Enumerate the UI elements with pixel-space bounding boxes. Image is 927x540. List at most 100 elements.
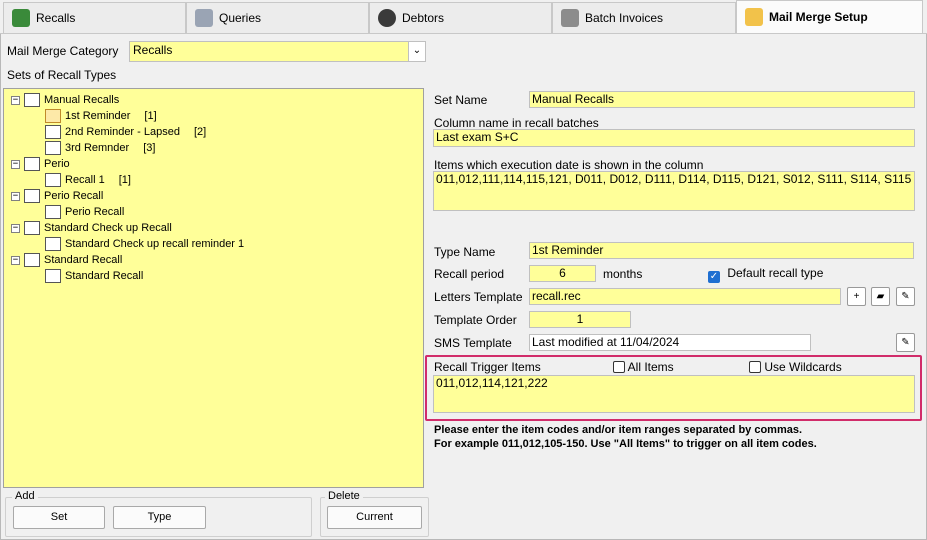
all-items-checkbox[interactable]: All Items	[613, 360, 674, 374]
queries-icon	[195, 9, 213, 27]
collapse-icon[interactable]: −	[11, 191, 20, 201]
checkbox-icon	[749, 361, 761, 373]
letters-template-field[interactable]: recall.rec	[529, 288, 841, 305]
default-recall-label: Default recall type	[727, 266, 824, 280]
recall-set-icon	[24, 189, 40, 203]
tree-node-badge: [2]	[193, 126, 207, 138]
new-document-icon[interactable]: +	[847, 287, 866, 306]
trigger-items-label: Recall Trigger Items	[434, 360, 541, 374]
column-name-label: Column name in recall batches	[434, 116, 599, 130]
default-recall-checkbox[interactable]: ✓ Default recall type	[708, 266, 823, 283]
document-icon	[45, 269, 61, 283]
recalls-icon	[12, 9, 30, 27]
tree-node-type[interactable]: 3rd Remnder [3]	[45, 140, 155, 156]
sms-template-label: SMS Template	[434, 336, 512, 350]
trigger-items-field[interactable]: 011,012,114,121,222	[433, 375, 915, 413]
set-name-label: Set Name	[434, 93, 488, 107]
tree-node-label: Perio	[44, 158, 70, 170]
collapse-icon[interactable]: −	[11, 159, 20, 169]
tree-node-label: Standard Recall	[65, 270, 144, 282]
debtors-icon	[378, 9, 396, 27]
edit-sms-icon[interactable]: ✎	[896, 333, 915, 352]
hint-line-1: Please enter the item codes and/or item …	[434, 424, 803, 436]
edit-template-icon[interactable]: ✎	[896, 287, 915, 306]
delete-group-title: Delete	[325, 490, 363, 502]
add-set-button[interactable]: Set	[13, 506, 105, 529]
add-set-label: Set	[50, 511, 68, 523]
months-label: months	[603, 267, 643, 281]
tree-node-label: Perio Recall	[65, 206, 125, 218]
tab-mail-merge-setup[interactable]: Mail Merge Setup	[736, 0, 923, 33]
letters-template-label: Letters Template	[434, 290, 523, 304]
open-folder-icon[interactable]: ▰	[871, 287, 890, 306]
delete-current-button[interactable]: Current	[327, 506, 422, 529]
add-type-label: Type	[147, 511, 172, 523]
tree-node-badge: [1]	[118, 174, 131, 186]
tab-label: Batch Invoices	[585, 11, 664, 25]
tree-node-label: Manual Recalls	[44, 94, 120, 106]
template-order-field[interactable]: 1	[529, 311, 631, 328]
tree-node-type[interactable]: Standard Recall	[45, 268, 143, 284]
tab-debtors[interactable]: Debtors	[369, 2, 552, 33]
items-label: Items which execution date is shown in t…	[434, 158, 704, 172]
tree-node-label: Standard Check up recall reminder 1	[65, 238, 245, 250]
tree-node-type[interactable]: 1st Reminder [1]	[45, 108, 157, 124]
folder-icon	[45, 109, 61, 123]
recall-period-label: Recall period	[434, 267, 505, 281]
tree-node-label: Recall 1	[65, 174, 105, 186]
all-items-label: All Items	[627, 360, 674, 374]
collapse-icon[interactable]: −	[11, 255, 20, 265]
tree-node-set[interactable]: − Standard Check up Recall	[11, 220, 172, 236]
recall-sets-tree[interactable]: − Manual Recalls 1st Reminder [1] 2nd Remind…	[3, 88, 424, 488]
category-value: Recalls	[133, 43, 173, 57]
chevron-down-icon[interactable]: ⌄	[408, 42, 425, 61]
tree-node-label: Perio Recall	[44, 190, 104, 202]
tab-recalls[interactable]: Recalls	[3, 2, 186, 33]
collapse-icon[interactable]: −	[11, 95, 20, 105]
tree-node-label: 1st Reminder	[65, 110, 131, 122]
tree-node-set[interactable]: − Standard Recall	[11, 252, 122, 268]
use-wildcards-label: Use Wildcards	[764, 360, 842, 374]
recall-set-icon	[24, 93, 40, 107]
tree-node-type[interactable]: Recall 1 [1]	[45, 172, 131, 188]
tree-node-label: 2nd Reminder - Lapsed	[65, 126, 180, 138]
type-name-field[interactable]: 1st Reminder	[529, 242, 914, 259]
batch-invoices-icon	[561, 9, 579, 27]
recall-set-icon	[24, 221, 40, 235]
tree-node-type[interactable]: Perio Recall	[45, 204, 124, 220]
document-icon	[45, 237, 61, 251]
recall-set-icon	[24, 253, 40, 267]
tree-node-type[interactable]: 2nd Reminder - Lapsed [2]	[45, 124, 206, 140]
collapse-icon[interactable]: −	[11, 223, 20, 233]
add-group-title: Add	[12, 490, 38, 502]
set-name-field[interactable]: Manual Recalls	[529, 91, 915, 108]
category-label: Mail Merge Category	[7, 44, 119, 58]
recall-set-icon	[24, 157, 40, 171]
tree-node-type[interactable]: Standard Check up recall reminder 1	[45, 236, 244, 252]
sms-template-field[interactable]: Last modified at 11/04/2024	[529, 334, 811, 351]
tree-node-set[interactable]: − Manual Recalls	[11, 92, 119, 108]
document-icon	[45, 205, 61, 219]
use-wildcards-checkbox[interactable]: Use Wildcards	[749, 360, 842, 374]
hint-line-2: For example 011,012,105-150. Use "All It…	[434, 438, 817, 450]
tree-node-label: Standard Check up Recall	[44, 222, 172, 234]
tab-label: Queries	[219, 11, 262, 25]
recall-period-field[interactable]: 6	[529, 265, 596, 282]
items-field[interactable]: 011,012,111,114,115,121, D011, D012, D11…	[433, 171, 915, 211]
tree-node-label: Standard Recall	[44, 254, 123, 266]
tab-queries[interactable]: Queries	[186, 2, 369, 33]
delete-current-label: Current	[356, 511, 393, 523]
tab-batch-invoices[interactable]: Batch Invoices	[552, 2, 736, 33]
add-type-button[interactable]: Type	[113, 506, 206, 529]
tab-label: Debtors	[402, 11, 445, 25]
sets-label: Sets of Recall Types	[7, 68, 117, 82]
column-name-field[interactable]: Last exam S+C	[433, 129, 915, 147]
tree-node-set[interactable]: − Perio	[11, 156, 70, 172]
tab-label: Mail Merge Setup	[769, 10, 868, 24]
mail-merge-icon	[745, 8, 763, 26]
document-icon	[45, 173, 61, 187]
tree-node-set[interactable]: − Perio Recall	[11, 188, 103, 204]
tab-label: Recalls	[36, 11, 76, 25]
tree-node-label: 3rd Remnder	[65, 142, 130, 154]
category-select[interactable]: Recalls ⌄	[129, 41, 426, 62]
